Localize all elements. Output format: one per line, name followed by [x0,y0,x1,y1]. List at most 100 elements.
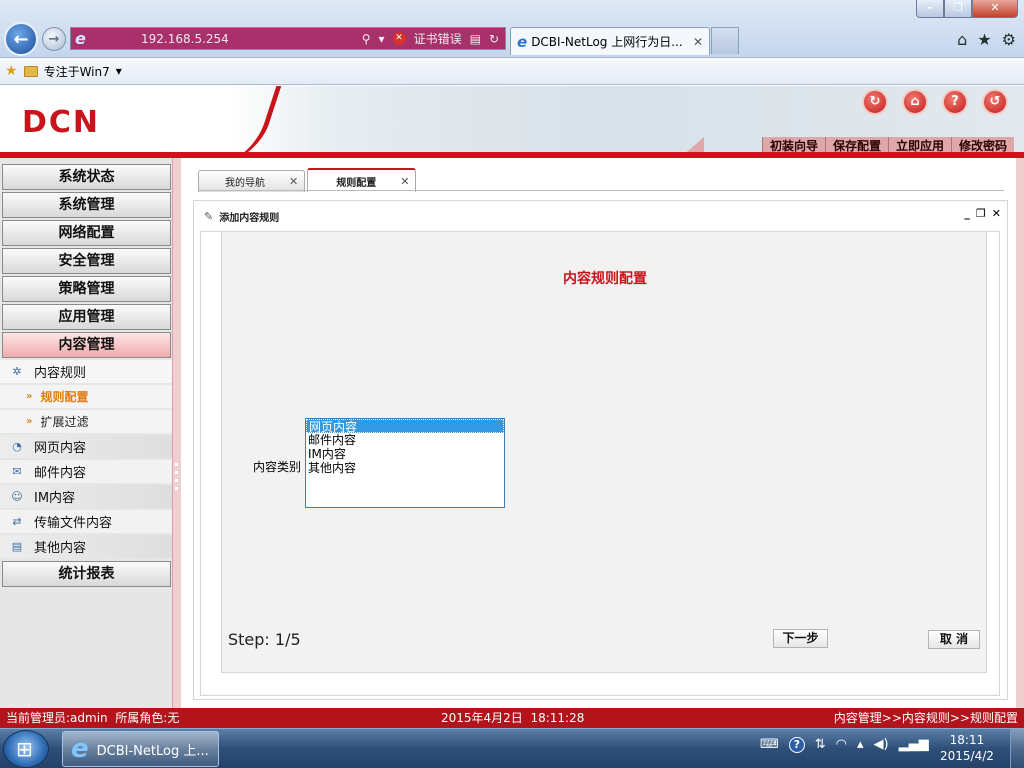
keyboard-icon[interactable]: ⌨ [760,737,779,753]
forward-button[interactable]: → [42,27,66,51]
taskbar-ie-button[interactable]: e DCBI-NetLog 上... [62,731,219,767]
sidebar-item-other-content[interactable]: ▤ 其他内容 [0,535,172,558]
panel-close-icon[interactable]: ✕ [992,207,1001,220]
tab-underline [198,190,1004,191]
sidebar-item-label: 传输文件内容 [34,516,113,531]
home-circle-icon[interactable]: ⌂ [902,89,928,115]
tab-close-icon[interactable]: ✕ [400,175,409,188]
settings-gear-icon[interactable]: ⚙ [1002,30,1016,49]
sidebar-item-rule-config[interactable]: » 规则配置 [0,385,172,408]
cert-error-icon[interactable]: ✕ [392,32,406,45]
category-option-mail[interactable]: 邮件内容 [306,433,504,447]
tab-close-icon[interactable]: ✕ [289,175,298,188]
sidebar-item-content-rules[interactable]: ✲ 内容规则 [0,360,172,383]
logout-circle-icon[interactable]: ↺ [982,89,1008,115]
form-area: 内容规则配置 内容类别 网页内容 邮件内容 IM内容 其他内容 Step: 1/… [221,232,987,673]
home-icon[interactable]: ⌂ [957,30,967,49]
favorites-link[interactable]: 专注于Win7 [44,63,110,80]
status-admin: 当前管理员:admin 所属角色:无 [6,711,180,725]
menu-security-management[interactable]: 安全管理 [2,248,171,274]
tab-close-icon[interactable]: ✕ [693,35,703,49]
search-icon[interactable]: ⚲ [362,32,371,46]
category-option-web[interactable]: 网页内容 [306,419,504,434]
ie-taskbar-icon: e [71,734,89,764]
address-bar[interactable]: e 192.168.5.254 ⚲ ▾ ✕ 证书错误 ▤ ↻ [70,27,506,50]
status-datetime: 2015年4月2日 18:11:28 [441,711,585,725]
close-icon[interactable]: ✕ [972,0,1018,18]
sidebar-item-web-content[interactable]: ◔ 网页内容 [0,435,172,458]
window-controls: – ❐ ✕ [916,0,1018,18]
content-tabs: 我的导航 ✕ 规则配置 ✕ [198,168,417,192]
tab-label: 我的导航 [225,178,265,189]
panel-title: ✎ 添加内容规则 [204,209,279,224]
sidebar-item-label: 内容规则 [34,366,87,381]
tab-rule-config[interactable]: 规则配置 ✕ [307,168,417,192]
sidebar-splitter[interactable] [172,158,181,708]
system-tray: ⌨ ? ⇅ ◠ ▴ ◀) ▂▄▆ [760,737,929,753]
tray-time: 18:11 [949,733,985,747]
address-url[interactable]: 192.168.5.254 [141,32,229,46]
tray-clock[interactable]: 18:11 2015/4/2 [940,732,994,764]
minimize-icon[interactable]: – [916,0,944,18]
chevron-down-icon[interactable]: ▾ [116,64,122,78]
mail-icon: ✉ [12,464,22,478]
sidebar-item-label: 网页内容 [34,441,87,456]
menu-system-management[interactable]: 系统管理 [2,192,171,218]
menu-statistics-reports[interactable]: 统计报表 [2,561,171,587]
main-area: 我的导航 ✕ 规则配置 ✕ ✎ 添加内容规则 _ ❐ ✕ 内容规则配置 内容类别… [181,158,1024,708]
page-scrollbar[interactable] [1016,158,1024,708]
wifi-icon[interactable]: ◠ [836,737,847,753]
add-favorites-icon[interactable]: ★ [5,63,18,79]
cert-error-text[interactable]: 证书错误 [414,30,462,47]
favorites-star-icon[interactable]: ★ [977,30,991,49]
refresh-icon[interactable]: ↻ [489,32,499,46]
panel-minimize-icon[interactable]: _ [964,207,970,220]
category-listbox[interactable]: 网页内容 邮件内容 IM内容 其他内容 [305,418,505,508]
menu-network-config[interactable]: 网络配置 [2,220,171,246]
network-tray-icon[interactable]: ⇅ [815,737,826,753]
menu-application-management[interactable]: 应用管理 [2,304,171,330]
panel-restore-icon[interactable]: ❐ [976,207,986,220]
panel-body: 内容规则配置 内容类别 网页内容 邮件内容 IM内容 其他内容 Step: 1/… [200,231,1000,696]
category-option-im[interactable]: IM内容 [306,447,504,461]
back-button[interactable]: ← [4,22,38,56]
file-transfer-icon: ⇄ [12,514,22,528]
next-step-button[interactable]: 下一步 [773,629,828,648]
panel-controls: _ ❐ ✕ [964,207,1001,220]
tab-my-navigation[interactable]: 我的导航 ✕ [198,170,306,192]
help-circle-icon[interactable]: ? [942,89,968,115]
maximize-icon[interactable]: ❐ [944,0,972,18]
show-hidden-icon[interactable]: ▴ [857,737,864,753]
volume-icon[interactable]: ◀) [874,737,889,753]
status-breadcrumb: 内容管理>>内容规则>>规则配置 [833,711,1018,725]
browser-chrome: – ❐ ✕ ← → e 192.168.5.254 ⚲ ▾ ✕ 证书错误 ▤ ↻… [0,0,1024,85]
sidebar-item-file-transfer-content[interactable]: ⇄ 传输文件内容 [0,510,172,533]
menu-content-management[interactable]: 内容管理 [2,332,171,358]
taskbar-task-label: DCBI-NetLog 上... [96,743,209,759]
new-tab-button[interactable] [711,27,739,54]
dropdown-icon[interactable]: ▾ [379,32,385,46]
help-tray-icon[interactable]: ? [788,737,805,753]
sidebar-item-extended-filter[interactable]: » 扩展过滤 [0,410,172,433]
refresh-circle-icon[interactable]: ↻ [862,89,888,115]
sidebar-item-mail-content[interactable]: ✉ 邮件内容 [0,460,172,483]
pencil-icon: ✎ [204,210,214,223]
tray-date: 2015/4/2 [940,749,994,763]
splitter-grip[interactable] [175,463,178,491]
menu-policy-management[interactable]: 策略管理 [2,276,171,302]
compat-view-icon[interactable]: ▤ [470,32,481,46]
menu-system-status[interactable]: 系统状态 [2,164,171,190]
panel-title-text: 添加内容规则 [219,213,280,224]
sidebar-item-label: 扩展过滤 [40,415,89,429]
browser-tab-active[interactable]: e DCBI-NetLog 上网行为日... ✕ [510,27,710,55]
browser-tools: ⌂ ★ ⚙ [957,30,1016,49]
show-desktop-button[interactable] [1010,729,1024,768]
folder-icon [23,65,38,77]
category-option-other[interactable]: 其他内容 [306,461,504,475]
cancel-button[interactable]: 取 消 [928,630,980,649]
sidebar: 系统状态 系统管理 网络配置 安全管理 策略管理 应用管理 内容管理 ✲ 内容规… [0,158,181,708]
signal-icon[interactable]: ▂▄▆ [899,737,929,753]
start-button[interactable] [3,730,49,768]
sidebar-item-im-content[interactable]: ☺ IM内容 [0,485,172,508]
category-label: 内容类别 [253,460,302,474]
